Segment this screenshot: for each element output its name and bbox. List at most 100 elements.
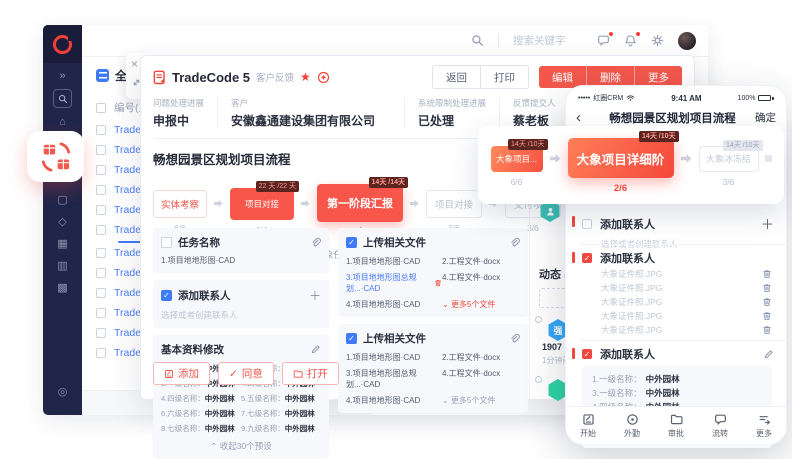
stage[interactable]: 14天 /10天大象项目... 6/6 — [491, 146, 543, 187]
delete-file-icon[interactable] — [762, 283, 772, 293]
file-item-link[interactable]: 3.项目地地形图总规划...·CAD — [346, 272, 442, 294]
timeline-dot — [535, 376, 542, 383]
edit-pencil-icon[interactable] — [763, 349, 774, 360]
notifications-bell-icon[interactable] — [624, 34, 637, 47]
toolbar-more[interactable]: 更多 — [742, 407, 786, 444]
attachment-icon[interactable] — [509, 333, 520, 344]
search-icon[interactable] — [471, 34, 484, 47]
favorite-star-icon[interactable]: ★ — [300, 71, 311, 83]
stage-current[interactable]: 14天 /10天大象项目详细阶 2/6 — [568, 138, 674, 194]
clock-label: 9:41 AM — [671, 94, 701, 103]
file-row: 大象证件照.JPG — [601, 310, 772, 322]
row-checkbox[interactable] — [96, 288, 106, 298]
sidebar-help-icon[interactable]: ◎ — [43, 385, 82, 399]
row-checkbox[interactable] — [96, 205, 106, 215]
row-checkbox[interactable] — [96, 125, 106, 135]
next-stage-stub — [765, 155, 772, 162]
stage[interactable]: 14天 /10天大象冰冻结 3/6 — [699, 146, 759, 187]
row-checkbox[interactable] — [96, 248, 106, 258]
card-title: 任务名称 — [178, 235, 220, 250]
back-button[interactable]: 返回 — [433, 66, 480, 88]
more-files-link[interactable]: ⌄ 更多5个文件 — [442, 395, 520, 406]
agree-button[interactable]: ✓ 同意 — [218, 362, 274, 385]
add-button[interactable]: 添加 — [153, 362, 210, 385]
add-contact-card: 添加联系人 ＋ 选择或者创建联系人 — [153, 280, 329, 328]
select-all-checkbox[interactable] — [96, 103, 106, 113]
plus-icon[interactable]: ＋ — [761, 214, 774, 233]
row-checkbox[interactable] — [96, 308, 106, 318]
delete-file-icon[interactable] — [434, 278, 442, 288]
sidebar-search-icon[interactable] — [53, 89, 72, 108]
more-files-link[interactable]: ⌄ 更多5个文件 — [442, 299, 520, 310]
contact-hint: 选择或者创建联系人 — [161, 309, 321, 321]
delete-file-icon[interactable] — [762, 297, 772, 307]
file-item: 2.工程文件·docx — [442, 352, 520, 363]
sync-products-badge-icon[interactable] — [27, 131, 84, 182]
upload-files-card: 上传相关文件 1.项目地地形图·CAD 2.工程文件·docx 3.项目地地形图… — [338, 228, 528, 317]
user-avatar[interactable] — [678, 32, 696, 50]
collapse-sidebar-icon[interactable]: » — [43, 69, 82, 83]
stage[interactable]: 实体考察 6/6 — [153, 190, 207, 233]
edit-pencil-icon[interactable] — [310, 344, 321, 355]
sidebar-product-icon[interactable]: ▢ — [43, 193, 82, 207]
task-line: 1.项目地地形图·CAD — [161, 255, 321, 266]
app-logo[interactable] — [43, 25, 82, 63]
sidebar-funnel-icon[interactable]: ◇ — [43, 215, 82, 229]
card-title: 基本资料修改 — [161, 342, 224, 357]
print-button[interactable]: 打印 — [480, 66, 528, 88]
file-item: 4.工程文件·docx — [442, 272, 520, 294]
row-checkbox[interactable] — [96, 185, 106, 195]
row-checkbox[interactable] — [96, 348, 106, 358]
timeline-dot — [535, 316, 542, 323]
sidebar-docs-icon[interactable]: ▥ — [43, 259, 82, 273]
pin-icon[interactable] — [317, 71, 330, 84]
delete-file-icon[interactable] — [762, 325, 772, 335]
section-checkbox[interactable] — [582, 219, 592, 229]
toolbar-approval[interactable]: 审批 — [654, 407, 698, 444]
upload-checkbox[interactable] — [346, 237, 357, 248]
back-chevron-icon[interactable]: ‹ — [576, 110, 590, 125]
row-checkbox[interactable] — [96, 268, 106, 278]
sidebar-company-icon[interactable]: ⌂ — [43, 115, 82, 129]
row-checkbox[interactable] — [96, 165, 106, 175]
section-checkbox[interactable] — [582, 349, 592, 359]
settings-gear-icon[interactable] — [651, 34, 664, 47]
task-checkbox[interactable] — [161, 237, 172, 248]
top-bar: 搜索关键字 — [82, 25, 708, 57]
search-input[interactable]: 搜索关键字 — [513, 33, 583, 48]
section-title: 添加联系人 — [600, 346, 655, 362]
record-title: TradeCode 5 — [172, 70, 250, 85]
section-hint: 选择或者创建联系人 — [566, 233, 786, 250]
field: 问题处理进展申报中 — [153, 97, 218, 129]
upload-checkbox[interactable] — [346, 333, 357, 344]
arrow-right-icon — [301, 199, 310, 208]
plus-icon[interactable]: ＋ — [309, 287, 321, 304]
stage[interactable]: 项目对接 3/6 — [426, 190, 482, 233]
delete-file-icon[interactable] — [762, 269, 772, 279]
row-checkbox[interactable] — [96, 328, 106, 338]
toolbar-field-work[interactable]: 外勤 — [610, 407, 654, 444]
sidebar-calendar-icon[interactable]: ▦ — [43, 237, 82, 251]
basic-info-card: 基本资料修改 1.一级名称：中外园林 2.二级名称：中外园林 3.一级名称：中外… — [153, 335, 329, 459]
toolbar-flow[interactable]: 流转 — [698, 407, 742, 444]
phone-toolbar: 开始 外勤 审批 流转 更多 — [566, 406, 786, 444]
sidebar-team-icon[interactable]: ▩ — [43, 281, 82, 295]
confirm-button[interactable]: 确定 — [755, 110, 776, 125]
delete-file-icon[interactable] — [762, 311, 772, 321]
row-checkbox[interactable] — [96, 145, 106, 155]
feedback-doc-icon — [153, 70, 166, 85]
collapse-presets-link[interactable]: ⌃ 收起30个预设 — [161, 440, 321, 452]
attachment-icon[interactable] — [509, 237, 520, 248]
card-title: 上传相关文件 — [363, 235, 426, 250]
messages-icon[interactable] — [597, 34, 610, 47]
upload-files-card: 上传相关文件 1.项目地地形图·CAD 2.工程文件·docx 3.项目地地形图… — [338, 324, 528, 413]
row-checkbox[interactable] — [96, 225, 106, 235]
section-checkbox[interactable] — [582, 253, 592, 263]
section-title: 添加联系人 — [600, 250, 655, 266]
attachment-icon[interactable] — [310, 237, 321, 248]
toolbar-start[interactable]: 开始 — [566, 407, 610, 444]
close-icon[interactable]: × — [131, 58, 138, 70]
contact-checkbox[interactable] — [161, 290, 172, 301]
activity-entry-title: 1907 — [542, 342, 562, 352]
open-button[interactable]: 打开 — [282, 362, 339, 385]
